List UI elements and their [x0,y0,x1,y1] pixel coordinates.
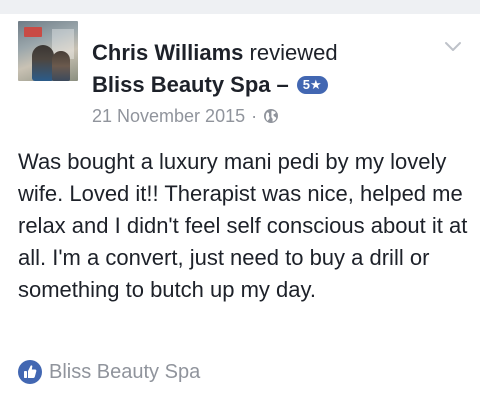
like-icon [18,360,42,384]
business-name[interactable]: Bliss Beauty Spa [92,72,271,98]
avatar-photo-person [32,45,54,81]
author-name[interactable]: Chris Williams [92,40,243,65]
post-date[interactable]: 21 November 2015 [92,104,245,128]
review-target: Bliss Beauty Spa – 5★ [92,72,328,98]
top-divider [0,0,480,14]
avatar-photo-person [52,51,70,81]
separator: – [276,72,289,97]
rating-badge: 5★ [296,76,328,94]
avatar-photo-detail [24,27,42,37]
post-meta: 21 November 2015 · [92,104,279,128]
review-text: Was bought a luxury mani pedi by my love… [18,149,468,302]
page-footer-link[interactable]: Bliss Beauty Spa [18,360,200,384]
page-name[interactable]: Bliss Beauty Spa [49,361,200,384]
chevron-down-icon[interactable] [443,40,463,54]
globe-icon[interactable] [263,108,279,124]
author-avatar[interactable] [18,21,78,81]
review-action: reviewed [249,40,338,65]
review-header: Chris Williams reviewed [92,40,338,66]
meta-separator: · [251,106,258,126]
